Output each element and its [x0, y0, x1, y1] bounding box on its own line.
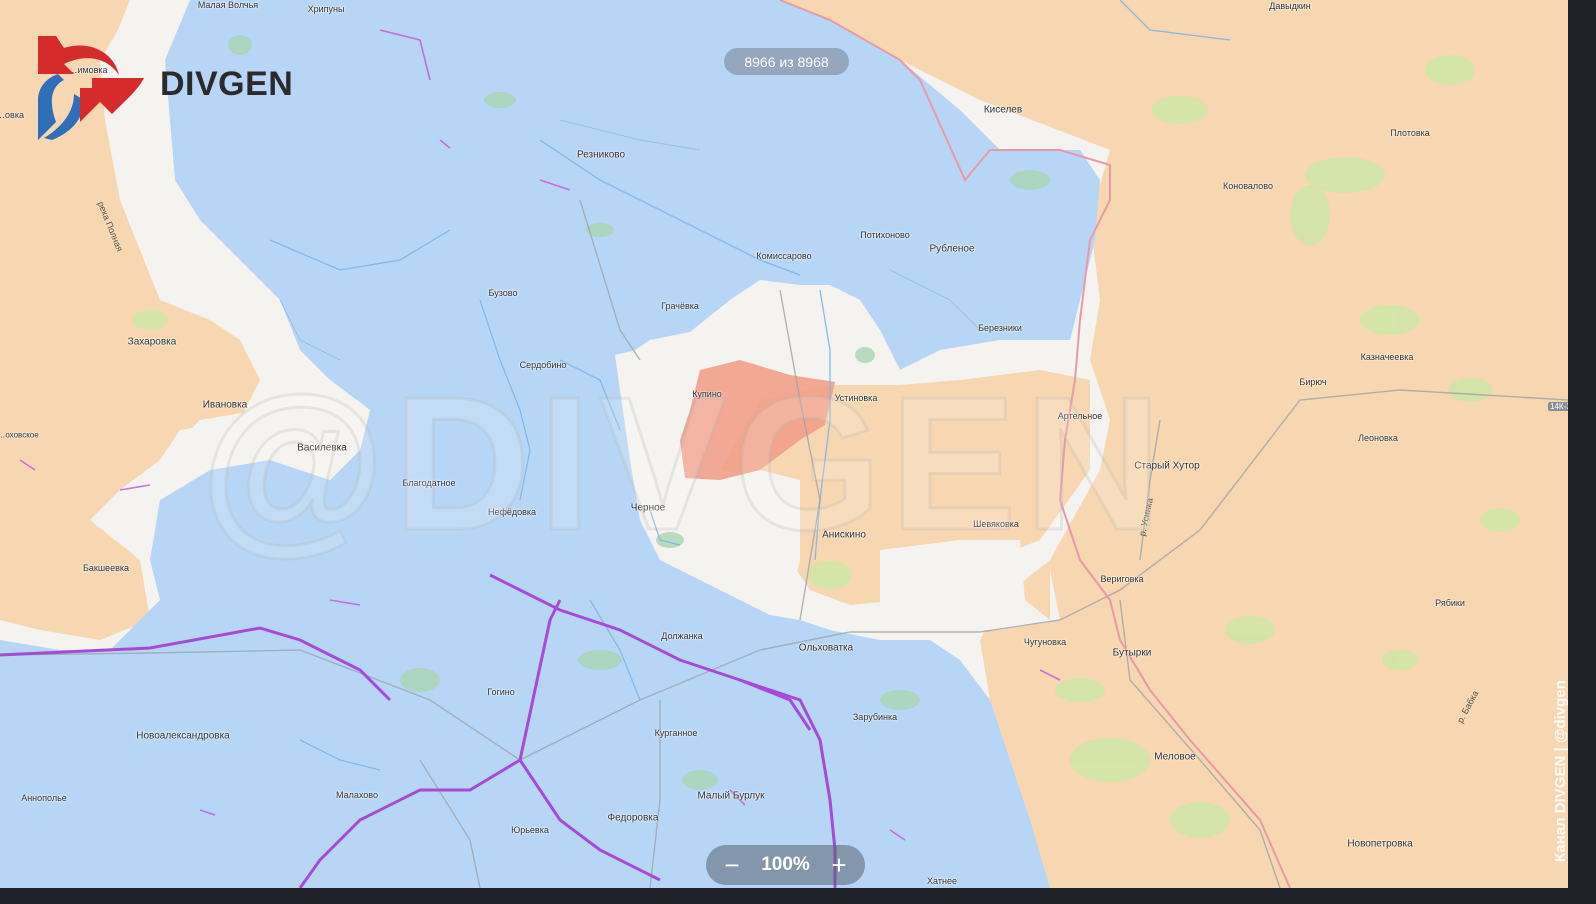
place-label: Рубленое — [929, 243, 975, 255]
road-label-highway: 14К-3 — [1548, 402, 1568, 411]
viewer-side-panel — [1568, 0, 1596, 904]
place-label: Бутырки — [1112, 647, 1152, 659]
zoom-out-button[interactable]: − — [718, 851, 746, 879]
watermark: @DIVGEN — [199, 357, 1170, 572]
place-label: Бузово — [488, 288, 518, 298]
place-label: Хатнее — [927, 876, 957, 886]
place-label: Малая Волчья — [197, 0, 259, 10]
place-label: Комиссарово — [756, 251, 812, 261]
place-label: …овка — [0, 110, 24, 120]
place-label: Киселев — [983, 104, 1023, 116]
place-label: Курганное — [654, 728, 698, 738]
place-label: Аннополье — [21, 793, 67, 803]
place-label: Чугуновка — [1023, 637, 1067, 647]
place-label: Казначеевка — [1360, 352, 1414, 362]
place-label: Зарубинка — [852, 712, 898, 722]
place-label: Новоалександровка — [136, 730, 230, 742]
logo-arrows-icon — [38, 36, 144, 140]
place-label: Федоровка — [607, 812, 659, 824]
place-label: Давыдкин — [1269, 1, 1311, 11]
place-label: Коновалово — [1223, 181, 1273, 191]
zoom-control: − 100% + — [706, 845, 865, 885]
place-label: Малый Бурлук — [697, 790, 765, 802]
place-label: Хрипуны — [307, 4, 345, 14]
place-label: Бакшеевка — [82, 563, 130, 573]
image-counter: 8966 из 8968 — [724, 48, 849, 75]
channel-credit: Канал DIVGEN | @divgen — [1552, 680, 1568, 862]
place-label: Новопетровка — [1347, 838, 1413, 850]
logo-text: DIVGEN — [160, 65, 294, 103]
place-label: Рябики — [1435, 598, 1465, 608]
place-label: …оховское — [0, 430, 39, 440]
place-label: Малахово — [336, 790, 378, 800]
place-label: Юрьевка — [511, 825, 549, 835]
place-label: Гогино — [487, 687, 515, 697]
map-viewer[interactable]: Малая ВолчьяХрипуныДавыдкин…имовка…овкаК… — [0, 0, 1568, 888]
place-label: Захаровка — [127, 336, 177, 348]
divgen-logo: DIVGEN — [34, 30, 334, 145]
place-label: Ольховатка — [798, 642, 854, 654]
place-label: Резниково — [576, 149, 626, 161]
place-label: Леоновка — [1358, 433, 1398, 443]
zoom-in-button[interactable]: + — [825, 851, 853, 879]
place-label: Бирюч — [1299, 377, 1327, 387]
place-label: Вериговка — [1100, 574, 1144, 584]
place-label: Березники — [978, 323, 1022, 333]
place-label: Грачёвка — [661, 301, 699, 311]
place-label: Плотовка — [1390, 128, 1430, 138]
zoom-level: 100% — [761, 854, 810, 875]
place-label: Потихоново — [860, 230, 910, 240]
place-label: Меловое — [1154, 751, 1196, 763]
place-label: Должанка — [661, 631, 703, 641]
